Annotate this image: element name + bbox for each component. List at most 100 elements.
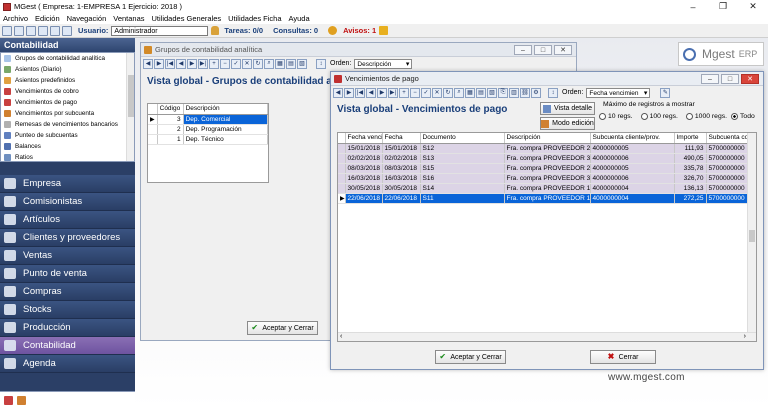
table-row[interactable]: 1 Dep. Técnico: [148, 134, 269, 145]
close-button[interactable]: ✕: [738, 0, 768, 13]
scroll-left-icon[interactable]: ‹: [340, 333, 342, 340]
usuario-field[interactable]: Administrador: [111, 25, 209, 36]
first-record-button[interactable]: |◀: [355, 87, 365, 98]
confirm-button[interactable]: ✓: [421, 87, 431, 98]
maximize-button[interactable]: □: [721, 74, 739, 84]
menu-navegacion[interactable]: Navegación: [67, 14, 107, 23]
nav-stocks[interactable]: Stocks: [0, 301, 135, 319]
radio-1000[interactable]: [685, 113, 693, 120]
table-row[interactable]: 2 Dep. Programación: [148, 124, 269, 135]
table-row[interactable]: 16/03/2018 16/03/2018 S16 Fra. compra PR…: [338, 173, 756, 184]
list-item[interactable]: Remesas de vencimientos bancarios: [1, 119, 134, 130]
nav-compras[interactable]: Compras: [0, 283, 135, 301]
nav-punto-de-venta[interactable]: Punto de venta: [0, 265, 135, 283]
print-icon[interactable]: ▤: [476, 87, 486, 98]
minimize-button[interactable]: –: [514, 45, 532, 55]
refresh-icon[interactable]: [14, 25, 24, 36]
horizontal-scrollbar[interactable]: ‹ ›: [338, 332, 756, 341]
add-button[interactable]: +: [209, 58, 219, 69]
col-codigo[interactable]: Código: [157, 104, 184, 115]
close-button[interactable]: ✕: [554, 45, 572, 55]
next-record-button[interactable]: ▶: [377, 87, 387, 98]
col-descripcion[interactable]: Descripción: [183, 104, 269, 115]
forward-icon[interactable]: ▶: [344, 87, 354, 98]
table-row[interactable]: ▶ 3 Dep. Comercial: [148, 114, 269, 125]
orden-select[interactable]: Fecha vencimien: [586, 87, 651, 98]
vertical-scrollbar[interactable]: [747, 133, 756, 333]
scrollbar-thumb[interactable]: [749, 230, 755, 242]
menu-archivo[interactable]: Archivo: [3, 14, 28, 23]
delete-button[interactable]: −: [220, 58, 230, 69]
table-row-selected[interactable]: ▶ 22/06/2018 22/06/2018 S11 Fra. compra …: [338, 193, 756, 204]
search-icon[interactable]: ⌕: [264, 58, 274, 69]
nav-ventas[interactable]: Ventas: [0, 247, 135, 265]
attach-icon[interactable]: ⎘: [498, 87, 508, 98]
tools-icon[interactable]: ✎: [660, 87, 671, 98]
menu-ayuda[interactable]: Ayuda: [289, 14, 310, 23]
sort-icon[interactable]: ↕: [316, 58, 326, 69]
col-importe[interactable]: Importe: [674, 133, 707, 144]
export-icon[interactable]: ▧: [487, 87, 497, 98]
list-item[interactable]: Grupos de contabilidad analítica: [1, 53, 134, 64]
add-button[interactable]: +: [399, 87, 409, 98]
export-icon[interactable]: ▧: [297, 58, 307, 69]
table-row[interactable]: 02/02/2018 02/02/2018 S13 Fra. compra PR…: [338, 153, 756, 164]
nav-produccion[interactable]: Producción: [0, 319, 135, 337]
list-item[interactable]: Vencimientos por subcuenta: [1, 108, 134, 119]
user-settings-icon[interactable]: [62, 25, 72, 36]
nav-comisionistas[interactable]: Comisionistas: [0, 193, 135, 211]
accept-close-button[interactable]: ✔ Aceptar y Cerrar: [435, 350, 506, 364]
maximize-button[interactable]: □: [534, 45, 552, 55]
scroll-right-icon[interactable]: ›: [744, 333, 746, 340]
next-record-button[interactable]: ▶: [187, 58, 197, 69]
col-fecha[interactable]: Fecha: [382, 133, 421, 144]
avisos-counter[interactable]: Avisos: 1: [343, 26, 376, 35]
col-documento[interactable]: Documento: [420, 133, 505, 144]
filter-icon[interactable]: ▦: [465, 87, 475, 98]
chart-icon[interactable]: ▥: [509, 87, 519, 98]
list-item[interactable]: Asientos (Diario): [1, 64, 134, 75]
prev-record-button[interactable]: ◀: [366, 87, 376, 98]
table-row[interactable]: 15/01/2018 15/01/2018 S12 Fra. compra PR…: [338, 143, 756, 154]
help-icon[interactable]: [50, 25, 60, 36]
last-record-button[interactable]: ▶|: [388, 87, 398, 98]
vista-detalle-button[interactable]: Vista detalle: [540, 102, 595, 115]
list-item[interactable]: Balances: [1, 141, 134, 152]
list-item[interactable]: Vencimientos de cobro: [1, 86, 134, 97]
col-descripcion[interactable]: Descripción: [504, 133, 591, 144]
radio-10[interactable]: [599, 113, 606, 120]
home-icon[interactable]: [2, 25, 12, 36]
menu-edicion[interactable]: Edición: [35, 14, 60, 23]
cancel-edit-button[interactable]: ✕: [242, 58, 252, 69]
filter-icon[interactable]: ▦: [275, 58, 285, 69]
window-icon[interactable]: [26, 25, 36, 36]
document-icon[interactable]: [38, 25, 48, 36]
print-icon[interactable]: ▤: [286, 58, 296, 69]
list-item[interactable]: Asientos predefinidos: [1, 75, 134, 86]
list-item[interactable]: Ratios: [1, 152, 134, 161]
delete-button[interactable]: −: [410, 87, 420, 98]
first-record-button[interactable]: |◀: [165, 58, 175, 69]
tareas-counter[interactable]: Tareas: 0/0: [224, 26, 263, 35]
table-row[interactable]: 30/05/2018 30/05/2018 S14 Fra. compra PR…: [338, 183, 756, 194]
list-scrollbar[interactable]: [126, 53, 134, 161]
menu-utilidades-generales[interactable]: Utilidades Generales: [152, 14, 222, 23]
menu-utilidades-ficha[interactable]: Utilidades Ficha: [228, 14, 281, 23]
refresh-icon[interactable]: ↻: [253, 58, 263, 69]
cerrar-button[interactable]: ✖ Cerrar: [590, 350, 656, 364]
col-fecha-vencimiento[interactable]: Fecha venci: [345, 133, 383, 144]
list-item[interactable]: Vencimientos de pago: [1, 97, 134, 108]
user-icon[interactable]: [211, 26, 220, 35]
orden-select[interactable]: Descripción: [354, 58, 413, 69]
minimize-button[interactable]: –: [701, 74, 719, 84]
confirm-button[interactable]: ✓: [231, 58, 241, 69]
accept-close-button[interactable]: ✔ Aceptar y Cerrar: [247, 321, 318, 335]
forward-icon[interactable]: ▶: [154, 58, 164, 69]
back-icon[interactable]: ◀: [333, 87, 343, 98]
nav-agenda[interactable]: Agenda: [0, 355, 135, 373]
nav-articulos[interactable]: Artículos: [0, 211, 135, 229]
nav-empresa[interactable]: Empresa: [0, 175, 135, 193]
col-subcuenta-cliente[interactable]: Subcuenta cliente/prov.: [590, 133, 675, 144]
nav-contabilidad[interactable]: Contabilidad: [0, 337, 135, 355]
maximize-button[interactable]: ❐: [708, 0, 738, 13]
